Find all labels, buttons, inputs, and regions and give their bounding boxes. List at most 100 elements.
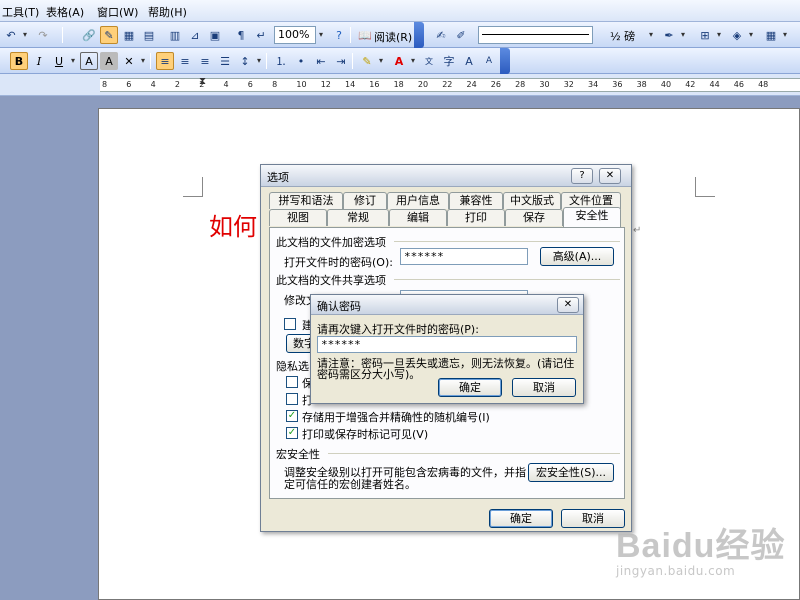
ruler-tick-label: 28 xyxy=(515,80,526,89)
tab-compatibility[interactable]: 兼容性 xyxy=(449,192,503,209)
shrink-font-icon[interactable]: A xyxy=(480,52,498,70)
zoom-combo[interactable]: 100% xyxy=(274,26,316,44)
tab-user-info[interactable]: 用户信息 xyxy=(387,192,449,209)
line-spacing-icon[interactable]: ↕ xyxy=(236,52,254,70)
help-button[interactable]: ? xyxy=(571,168,593,184)
options-title-bar[interactable]: 选项 ? ✕ xyxy=(261,165,631,187)
menu-window[interactable]: 窗口(W) xyxy=(97,4,138,20)
privacy-section-title: 隐私选 xyxy=(276,360,309,373)
ruler-tick-label: 42 xyxy=(685,80,696,89)
char-scale-dropdown-icon[interactable]: ▾ xyxy=(138,52,148,70)
tab-chinese-layout[interactable]: 中文版式 xyxy=(503,192,561,209)
char-shading-icon[interactable]: A xyxy=(100,52,118,70)
char-border-icon[interactable]: A xyxy=(80,52,98,70)
enclose-char-icon[interactable]: 字 xyxy=(440,52,458,70)
shading-icon[interactable]: ◈ xyxy=(728,26,746,44)
zoom-dropdown-icon[interactable]: ▾ xyxy=(316,26,326,44)
borders-dropdown-icon[interactable]: ▾ xyxy=(714,26,724,44)
markup-visible-checkbox[interactable]: ✓ xyxy=(286,427,298,439)
insert-table-icon[interactable]: ▦ xyxy=(762,26,780,44)
columns-icon[interactable]: ▥ xyxy=(166,26,184,44)
document-map-icon[interactable]: ▣ xyxy=(206,26,224,44)
line-spacing-dropdown-icon[interactable]: ▾ xyxy=(254,52,264,70)
macro-security-button[interactable]: 宏安全性(S)... xyxy=(528,463,614,482)
decrease-indent-icon[interactable]: ⇤ xyxy=(312,52,330,70)
highlight-dropdown-icon[interactable]: ▾ xyxy=(376,52,386,70)
font-color-dropdown-icon[interactable]: ▾ xyxy=(408,52,418,70)
help-icon[interactable]: ? xyxy=(330,26,348,44)
insert-table-dropdown-icon[interactable]: ▾ xyxy=(780,26,790,44)
reviewing-icon[interactable]: ✐ xyxy=(452,26,470,44)
line-weight-value[interactable]: ½ 磅 xyxy=(610,28,635,44)
tab-print[interactable]: 打印 xyxy=(447,209,505,226)
bold-icon[interactable]: B xyxy=(10,52,28,70)
ruler-tick-label: 24 xyxy=(466,80,477,89)
confirm-title-bar[interactable]: 确认密码 ✕ xyxy=(311,295,583,315)
hyperlink-icon[interactable]: 🔗 xyxy=(80,26,98,44)
line-weight-dropdown-icon[interactable]: ▾ xyxy=(646,26,656,44)
read-button-label[interactable]: 阅读(R) xyxy=(374,29,412,45)
phonetic-guide-icon[interactable]: 文 xyxy=(420,52,438,70)
distributed-icon[interactable]: ☰ xyxy=(216,52,234,70)
tab-save[interactable]: 保存 xyxy=(505,209,563,226)
open-password-field[interactable]: ****** xyxy=(400,248,528,265)
show-hide-icon[interactable]: ↵ xyxy=(252,26,270,44)
underline-dropdown-icon[interactable]: ▾ xyxy=(68,52,78,70)
grow-font-icon[interactable]: A xyxy=(460,52,478,70)
align-justify-icon[interactable]: ≡ xyxy=(156,52,174,70)
advanced-button[interactable]: 高级(A)... xyxy=(540,247,614,266)
menu-tools[interactable]: 工具(T) xyxy=(2,4,39,20)
bullets-icon[interactable]: • xyxy=(292,52,310,70)
confirm-password-field[interactable]: ****** xyxy=(317,336,577,353)
drawing-toolbar-icon[interactable]: ⊿ xyxy=(186,26,204,44)
char-scale-icon[interactable]: ✕ xyxy=(120,52,138,70)
close-button[interactable]: ✕ xyxy=(599,168,621,184)
edit-icon[interactable]: ✍ xyxy=(432,26,450,44)
tab-security[interactable]: 安全性 xyxy=(563,207,621,227)
menu-table[interactable]: 表格(A) xyxy=(46,4,84,20)
ruler-tick-label: 38 xyxy=(636,80,647,89)
font-color-icon[interactable]: A xyxy=(390,52,408,70)
underline-icon[interactable]: U xyxy=(50,52,68,70)
separator xyxy=(266,53,267,69)
confirm-ok-button[interactable]: 确定 xyxy=(438,378,502,397)
line-style-combo[interactable] xyxy=(478,26,593,44)
indent-marker-icon[interactable]: ⧗ xyxy=(199,76,206,87)
pen-color-dropdown-icon[interactable]: ▾ xyxy=(678,26,688,44)
toolbar-end-grip[interactable] xyxy=(500,48,510,74)
table-icon[interactable]: ▦ xyxy=(120,26,138,44)
align-right-icon[interactable]: ≡ xyxy=(196,52,214,70)
highlight-icon[interactable]: ✎ xyxy=(358,52,376,70)
excel-icon[interactable]: ▤ xyxy=(140,26,158,44)
privacy-checkbox-2[interactable] xyxy=(286,393,298,405)
tab-revisions[interactable]: 修订 xyxy=(343,192,387,209)
toolbar-end-grip[interactable] xyxy=(414,22,424,48)
increase-indent-icon[interactable]: ⇥ xyxy=(332,52,350,70)
redo-icon[interactable]: ↷ xyxy=(34,26,52,44)
privacy-checkbox-1[interactable] xyxy=(286,376,298,388)
align-center-icon[interactable]: ≡ xyxy=(176,52,194,70)
tab-edit[interactable]: 编辑 xyxy=(389,209,447,226)
options-ok-button[interactable]: 确定 xyxy=(489,509,553,528)
numbering-icon[interactable]: ⒈ xyxy=(272,52,290,70)
tab-view[interactable]: 视图 xyxy=(269,209,327,226)
random-number-checkbox[interactable]: ✓ xyxy=(286,410,298,422)
confirm-cancel-button[interactable]: 取消 xyxy=(512,378,576,397)
drawing-icon[interactable]: ✎ xyxy=(100,26,118,44)
pen-color-icon[interactable]: ✒ xyxy=(660,26,678,44)
read-icon[interactable]: 📖 xyxy=(356,26,374,44)
tab-general[interactable]: 常规 xyxy=(327,209,389,226)
ruler-tick-label: 10 xyxy=(296,80,307,89)
undo-dropdown-icon[interactable]: ▾ xyxy=(20,26,30,44)
shading-dropdown-icon[interactable]: ▾ xyxy=(746,26,756,44)
menu-help[interactable]: 帮助(H) xyxy=(148,4,187,20)
italic-icon[interactable]: I xyxy=(30,52,48,70)
borders-icon[interactable]: ⊞ xyxy=(696,26,714,44)
tab-spelling[interactable]: 拼写和语法 xyxy=(269,192,343,209)
options-title: 选项 xyxy=(267,171,289,184)
confirm-close-button[interactable]: ✕ xyxy=(557,297,579,313)
ruler-tick-label: 6 xyxy=(126,80,132,89)
undo-icon[interactable]: ↶ xyxy=(2,26,20,44)
readonly-checkbox[interactable] xyxy=(284,318,296,330)
paragraph-marks-icon[interactable]: ¶ xyxy=(232,26,250,44)
